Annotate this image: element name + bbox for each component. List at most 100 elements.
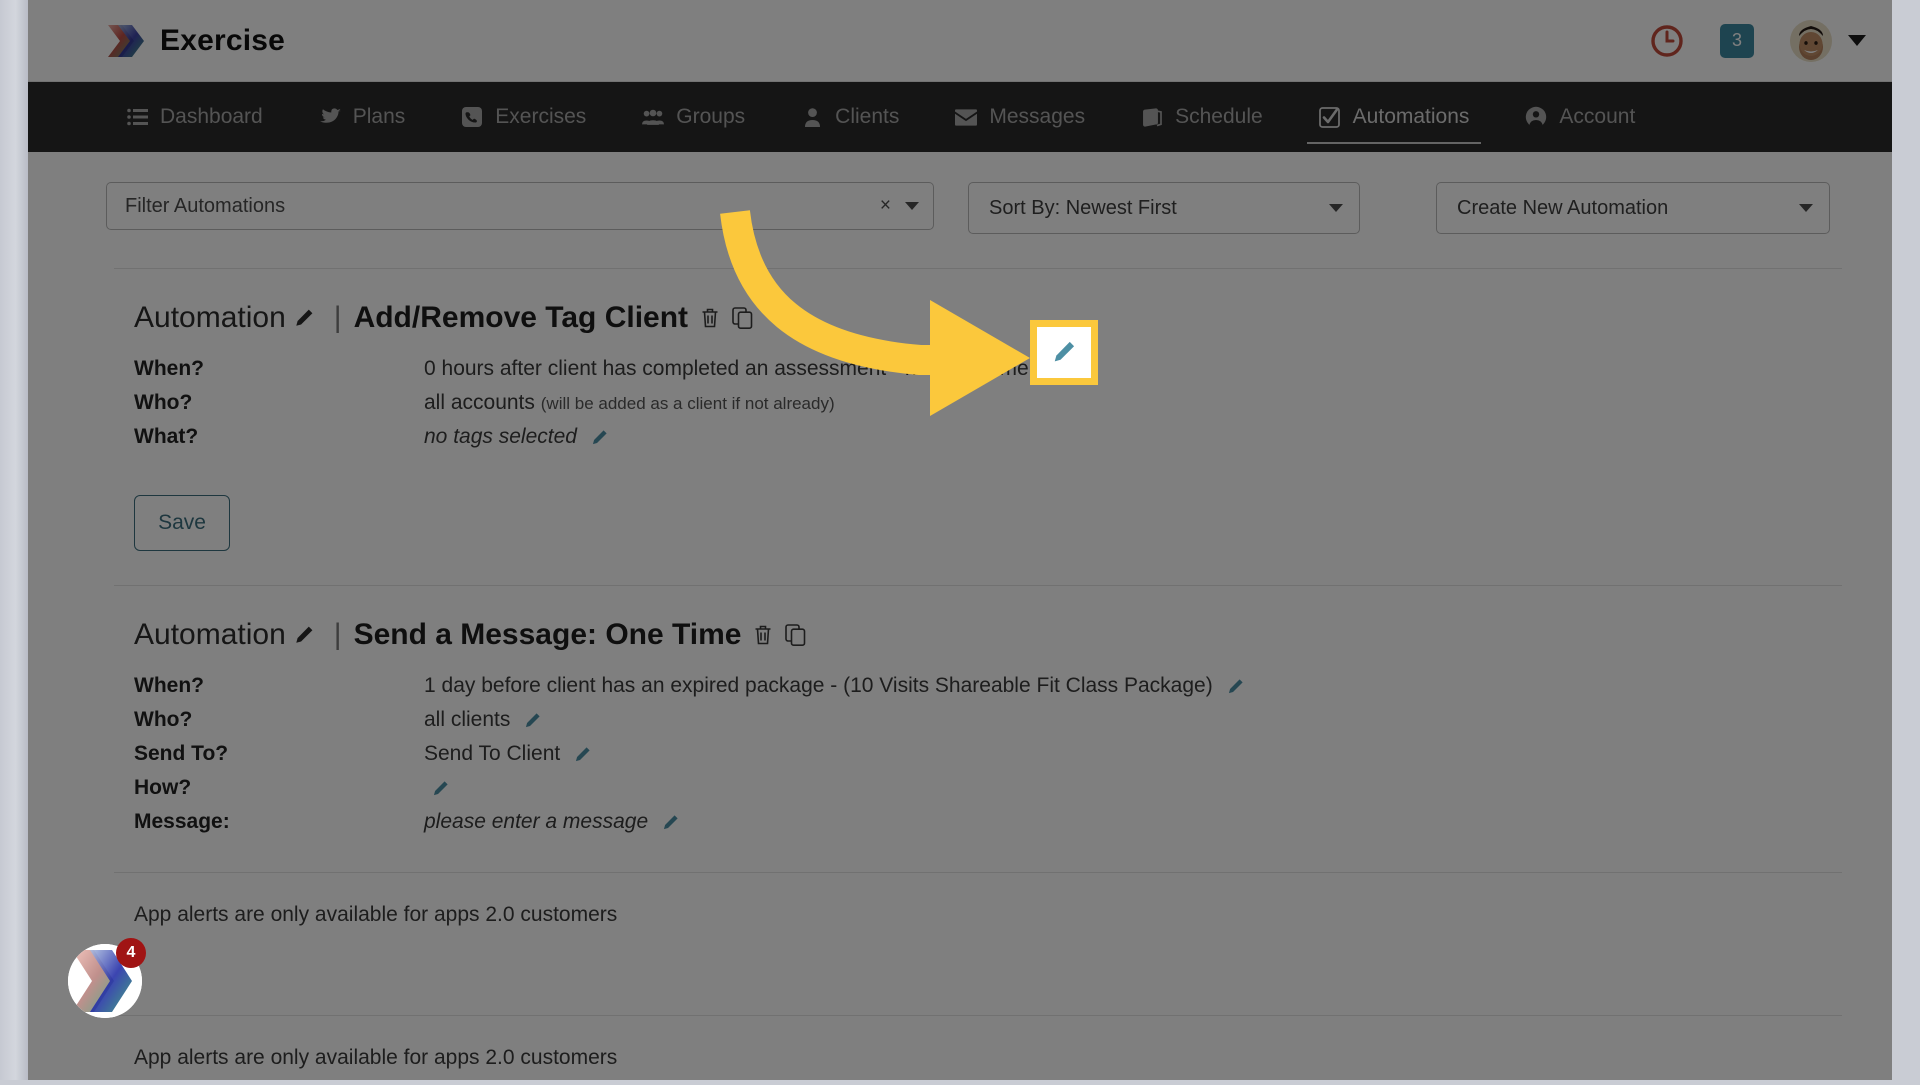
title-separator: | xyxy=(333,618,342,651)
nav-label: Exercises xyxy=(495,105,587,128)
clock-icon[interactable] xyxy=(1650,24,1684,58)
filter-placeholder: Filter Automations xyxy=(125,194,286,217)
automation-row: Who? all accounts (will be added as a cl… xyxy=(134,391,1842,415)
row-value: all clients xyxy=(424,708,511,731)
nav-item-plans[interactable]: Plans xyxy=(299,82,426,152)
row-value-wrap: please enter a message xyxy=(424,810,687,834)
nav-item-clients[interactable]: Clients xyxy=(781,82,919,152)
phone-icon xyxy=(461,106,483,128)
automation-title: Automation | Send a Message: One Time xyxy=(134,618,1842,652)
divider xyxy=(114,268,1842,269)
list-icon xyxy=(126,106,148,128)
row-key: Send To? xyxy=(134,742,229,765)
nav-item-automations[interactable]: Automations xyxy=(1299,82,1490,152)
chevron-down-icon xyxy=(1848,35,1866,46)
divider xyxy=(114,872,1842,873)
row-key: Message: xyxy=(134,810,230,833)
row-value-wrap: 0 hours after client has completed an as… xyxy=(424,357,1085,381)
pencil-icon[interactable] xyxy=(574,746,591,763)
automation-row: Who? all clients xyxy=(134,708,1842,732)
automation-row: When? 1 day before client has an expired… xyxy=(134,674,1842,698)
chat-unread-badge: 4 xyxy=(116,938,146,968)
row-value: 0 hours after client has completed an as… xyxy=(424,357,1047,380)
divider xyxy=(114,1015,1842,1016)
automation-rows: When? 0 hours after client has completed… xyxy=(134,357,1842,449)
nav-label: Clients xyxy=(835,105,900,128)
automation-row: What? no tags selected xyxy=(134,425,1842,449)
account-menu[interactable] xyxy=(1790,19,1866,62)
book-icon xyxy=(1141,106,1163,128)
pencil-icon[interactable] xyxy=(294,625,314,645)
chevron-down-icon[interactable] xyxy=(905,202,919,210)
create-new-automation-select[interactable]: Create New Automation xyxy=(1436,182,1830,234)
person-icon xyxy=(801,106,823,128)
window-left-gutter xyxy=(0,0,28,1080)
automation-prefix: Automation xyxy=(134,301,286,334)
row-value: please enter a message xyxy=(424,810,649,833)
chat-widget-button[interactable]: 4 xyxy=(68,938,146,1018)
row-key: Who? xyxy=(134,391,193,414)
automation-row: Send To? Send To Client xyxy=(134,742,1842,766)
row-value-wrap xyxy=(424,776,457,800)
nav-item-schedule[interactable]: Schedule xyxy=(1121,82,1283,152)
automation-name: Send a Message: One Time xyxy=(353,618,742,651)
nav-item-dashboard[interactable]: Dashboard xyxy=(106,82,283,152)
app-alerts-note: App alerts are only available for apps 2… xyxy=(134,903,618,926)
row-key: What? xyxy=(134,425,199,448)
pencil-icon[interactable] xyxy=(591,429,608,446)
notification-count-badge[interactable]: 3 xyxy=(1720,23,1754,58)
row-value-wrap: all clients xyxy=(424,708,549,732)
nav-label: Automations xyxy=(1352,105,1470,128)
trash-icon[interactable] xyxy=(753,624,773,646)
nav-label: Groups xyxy=(676,105,746,128)
nav-label: Dashboard xyxy=(160,105,263,128)
chevron-down-icon xyxy=(1799,204,1813,212)
nav-label: Plans xyxy=(352,105,406,128)
main-content: Filter Automations × Sort By: Newest Fir… xyxy=(28,152,1892,1070)
pencil-icon[interactable] xyxy=(524,712,541,729)
row-key: How? xyxy=(134,776,192,799)
automation-card: Automation | Send a Message: One Time Wh… xyxy=(28,618,1892,834)
row-value: no tags selected xyxy=(424,425,577,448)
people-icon xyxy=(642,106,665,128)
save-button[interactable]: Save xyxy=(134,495,230,551)
create-new-automation-label: Create New Automation xyxy=(1457,196,1669,219)
automation-row: How? xyxy=(134,776,1842,800)
main-nav: Dashboard Plans Exercises Groups Clients… xyxy=(28,82,1892,152)
automation-card: Automation | Add/Remove Tag Client When?… xyxy=(28,301,1892,551)
brand-name: Exercise xyxy=(160,23,286,57)
chevron-down-icon xyxy=(1329,204,1343,212)
close-icon[interactable]: × xyxy=(866,195,905,217)
divider xyxy=(114,585,1842,586)
row-value: Send To Client xyxy=(424,742,561,765)
top-bar: Exercise 3 xyxy=(28,0,1892,82)
sort-by-select[interactable]: Sort By: Newest First xyxy=(968,182,1360,234)
filter-automations-input[interactable]: Filter Automations × xyxy=(106,182,934,230)
chevron-stack-logo-icon xyxy=(106,22,146,60)
pencil-icon[interactable] xyxy=(1227,678,1244,695)
envelope-icon xyxy=(955,106,978,128)
top-bar-actions: 3 xyxy=(1650,19,1866,62)
pencil-icon[interactable] xyxy=(294,308,314,328)
pencil-icon[interactable] xyxy=(1052,340,1076,369)
check-square-icon xyxy=(1319,106,1341,128)
title-separator: | xyxy=(333,301,342,334)
nav-item-account[interactable]: Account xyxy=(1505,82,1655,152)
nav-item-exercises[interactable]: Exercises xyxy=(441,82,606,152)
bird-icon xyxy=(319,106,341,128)
user-circle-icon xyxy=(1525,106,1547,128)
app-alerts-note: App alerts are only available for apps 2… xyxy=(134,1046,618,1069)
avatar xyxy=(1790,19,1832,62)
nav-label: Schedule xyxy=(1175,105,1263,128)
nav-item-messages[interactable]: Messages xyxy=(935,82,1105,152)
pencil-icon[interactable] xyxy=(662,814,679,831)
row-key: When? xyxy=(134,674,204,697)
row-value: all accounts xyxy=(424,391,535,414)
copy-icon[interactable] xyxy=(732,307,753,329)
trash-icon[interactable] xyxy=(700,307,720,329)
copy-icon[interactable] xyxy=(785,624,806,646)
pencil-icon[interactable] xyxy=(432,780,449,797)
nav-item-groups[interactable]: Groups xyxy=(622,82,765,152)
automation-rows: When? 1 day before client has an expired… xyxy=(134,674,1842,834)
brand[interactable]: Exercise xyxy=(106,22,285,60)
